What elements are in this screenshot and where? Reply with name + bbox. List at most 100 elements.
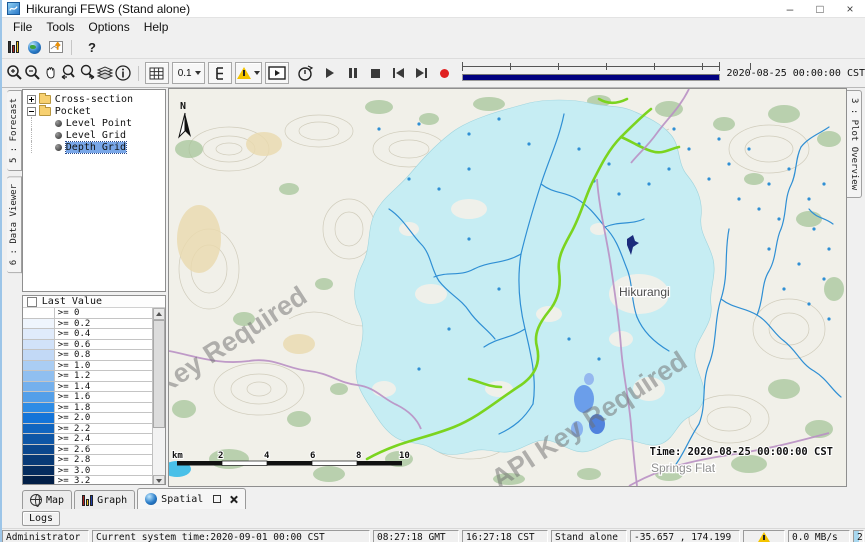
legend-row: >= 1.4 <box>23 382 152 393</box>
scrollbar-thumb[interactable] <box>153 320 165 428</box>
legend-swatch <box>23 445 55 455</box>
collapse-icon[interactable] <box>27 107 36 116</box>
pause-button[interactable] <box>345 62 362 84</box>
place-label: Springs Flat <box>651 461 716 475</box>
maximize-button[interactable]: □ <box>805 0 835 17</box>
menu-options[interactable]: Options <box>81 19 136 35</box>
status-memory[interactable]: 2.5 GB <box>853 530 864 542</box>
tree-indent <box>31 117 55 129</box>
logs-button[interactable]: Logs <box>22 511 60 526</box>
svg-text:8: 8 <box>356 451 361 461</box>
menu-help[interactable]: Help <box>137 19 176 35</box>
tab-spatial[interactable]: Spatial <box>137 488 246 509</box>
minimize-button[interactable]: – <box>775 0 805 17</box>
legend-label: >= 1.0 <box>55 361 152 371</box>
zoom-in-icon[interactable] <box>6 62 24 84</box>
legend-label: >= 0.8 <box>55 350 152 360</box>
right-tab-strip: 3 : Plot Overview <box>847 88 865 487</box>
svg-text:6: 6 <box>310 451 315 461</box>
expand-icon[interactable] <box>27 95 36 104</box>
warning-icon <box>758 532 770 542</box>
time-slider[interactable] <box>462 61 719 85</box>
play-button[interactable] <box>322 62 339 84</box>
scroll-up-icon[interactable] <box>153 308 165 320</box>
stop-button[interactable] <box>367 62 384 84</box>
legend-row: >= 1.6 <box>23 392 152 403</box>
time-slider-bar[interactable] <box>462 74 719 81</box>
spatial-display-icon[interactable] <box>28 41 41 54</box>
toolbar-separator <box>138 66 139 81</box>
tab-map[interactable]: Map <box>22 490 72 509</box>
status-mode: Stand alone <box>551 530 627 542</box>
tree-item-level-grid[interactable]: Level Grid <box>25 129 165 141</box>
threshold-value: 0.1 <box>178 68 192 79</box>
tree-item-level-point[interactable]: Level Point <box>25 117 165 129</box>
tab-data-viewer[interactable]: 6 : Data Viewer <box>7 176 22 273</box>
help-button[interactable]: ? <box>88 40 96 55</box>
legend-row: >= 2.8 <box>23 455 152 466</box>
legend-swatch <box>23 319 55 329</box>
menu-file[interactable]: File <box>6 19 39 35</box>
map-view[interactable]: API Key Required API Key Required Hikura… <box>168 88 847 487</box>
zoom-previous-icon[interactable] <box>60 62 78 84</box>
legend-row: >= 2.0 <box>23 413 152 424</box>
legend-row: >= 3.2 <box>23 476 152 485</box>
legend-swatch <box>23 361 55 371</box>
chevron-down-icon <box>254 71 260 75</box>
legend-row: >= 0 <box>23 308 152 319</box>
legend-swatch <box>23 350 55 360</box>
svg-text:2: 2 <box>218 451 223 461</box>
main-toolbar: ? <box>2 36 865 58</box>
step-forward-button[interactable] <box>413 62 430 84</box>
svg-text:km: km <box>172 451 183 461</box>
close-panel-icon[interactable] <box>229 495 238 504</box>
legend-label: >= 2.8 <box>55 455 152 465</box>
legend-label: >= 1.2 <box>55 371 152 381</box>
time-navigator-button[interactable] <box>296 62 314 84</box>
status-warning[interactable] <box>743 530 785 542</box>
scroll-down-icon[interactable] <box>153 475 165 485</box>
tab-forecast[interactable]: 5 : Forecast <box>7 90 22 171</box>
folder-icon <box>39 107 51 116</box>
last-value-checkbox[interactable] <box>27 297 37 307</box>
legend-label: >= 0.2 <box>55 319 152 329</box>
legend-swatch <box>23 413 55 423</box>
tree-item-cross-section[interactable]: Cross-section <box>25 93 165 105</box>
threshold-dropdown[interactable]: 0.1 <box>172 62 205 84</box>
legend-scrollbar[interactable] <box>152 308 165 485</box>
map-time-label: Time: 2020-08-25 00:00:00 CST <box>650 446 833 458</box>
legend-swatch <box>23 382 55 392</box>
record-button[interactable] <box>436 62 453 84</box>
legend-row: >= 2.4 <box>23 434 152 445</box>
tab-plot-overview[interactable]: 3 : Plot Overview <box>847 90 862 198</box>
legend-toggle-button[interactable] <box>208 62 232 84</box>
map-canvas[interactable]: API Key Required API Key Required Hikura… <box>169 89 846 486</box>
legend-row: >= 1.2 <box>23 371 152 382</box>
zoom-next-icon[interactable] <box>78 62 96 84</box>
tree-item-pocket[interactable]: Pocket <box>25 105 165 117</box>
timeseries-display-icon[interactable] <box>49 41 63 53</box>
close-button[interactable]: × <box>835 0 865 17</box>
movie-player-button[interactable] <box>265 62 289 84</box>
tab-graph[interactable]: Graph <box>74 490 135 509</box>
pan-icon[interactable] <box>42 62 60 84</box>
info-icon[interactable] <box>114 62 132 84</box>
legend-swatch <box>23 329 55 339</box>
tree-item-depth-grid[interactable]: Depth Grid <box>25 141 165 153</box>
database-icon[interactable] <box>8 41 20 53</box>
legend-row: >= 1.8 <box>23 403 152 414</box>
logs-row: Logs <box>2 509 865 528</box>
layer-tree: Cross-section Pocket Level Point Level G… <box>22 89 166 292</box>
tree-indent <box>31 129 55 141</box>
layers-icon[interactable] <box>96 62 114 84</box>
grid-display-button[interactable] <box>145 62 169 84</box>
legend-label: >= 3.0 <box>55 466 152 476</box>
zoom-out-icon[interactable] <box>24 62 42 84</box>
step-back-button[interactable] <box>390 62 407 84</box>
app-logo-icon <box>7 2 20 15</box>
warning-dropdown-button[interactable] <box>235 62 263 84</box>
maximize-panel-icon[interactable] <box>213 495 221 503</box>
menu-tools[interactable]: Tools <box>39 19 81 35</box>
layer-node-icon <box>55 132 62 139</box>
legend-label: >= 1.4 <box>55 382 152 392</box>
